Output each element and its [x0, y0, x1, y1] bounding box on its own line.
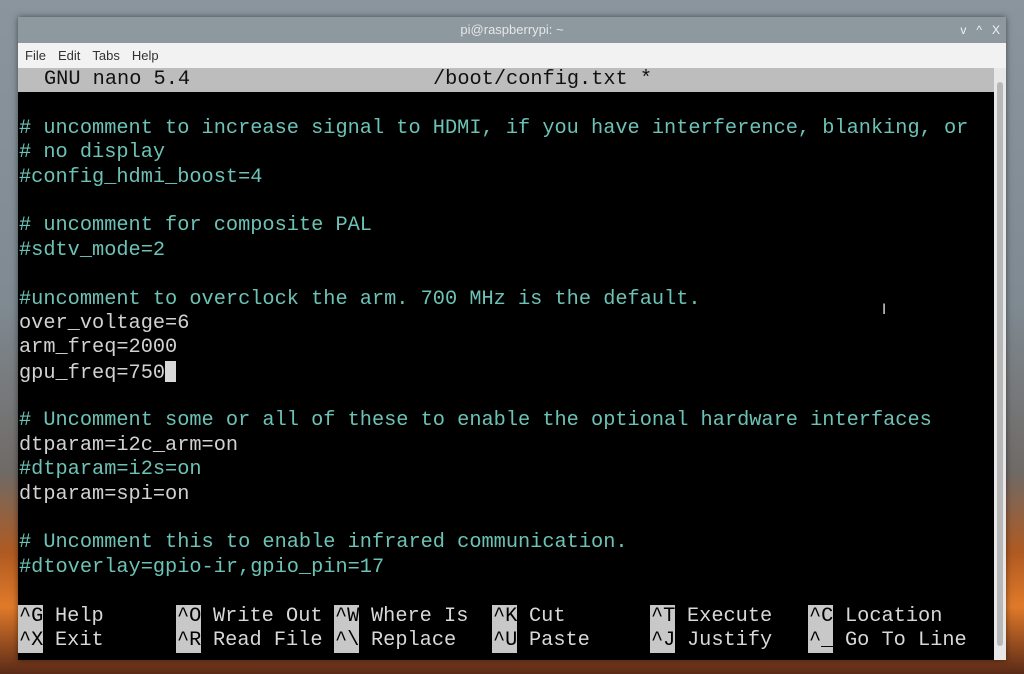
line-text: #dtoverlay=gpio-ir,gpio_pin=17 — [19, 555, 385, 579]
shortcut-key: ^K — [492, 604, 518, 629]
editor-line[interactable]: over_voltage=6 — [18, 312, 994, 336]
editor-content[interactable]: # uncomment to increase signal to HDMI, … — [18, 92, 994, 604]
editor-line[interactable]: # uncomment to increase signal to HDMI, … — [18, 117, 994, 141]
menu-bar: File Edit Tabs Help — [18, 43, 1006, 68]
shortcut-where-is[interactable]: ^W Where Is — [334, 604, 492, 629]
terminal-area[interactable]: GNU nano 5.4/boot/config.txt * # uncommen… — [18, 68, 994, 660]
editor-line[interactable] — [18, 190, 994, 214]
line-text: #sdtv_mode=2 — [19, 238, 166, 262]
line-text: dtparam=spi=on — [19, 482, 190, 506]
shortcut-key: ^U — [492, 628, 518, 654]
file-name: /boot/config.txt * — [433, 68, 653, 91]
shortcut-row: ^G Help ^O Write Out ^W Where Is ^K Cut ^T Execut… — [18, 604, 994, 629]
line-text: over_voltage=6 — [19, 311, 190, 335]
menu-help[interactable]: Help — [132, 48, 159, 63]
editor-line[interactable]: arm_freq=2000 — [18, 336, 994, 360]
scrollbar-thumb[interactable] — [997, 82, 1003, 646]
nano-header: GNU nano 5.4/boot/config.txt * — [18, 68, 994, 93]
shortcut-key: ^\ — [334, 628, 360, 654]
shortcut-read-file[interactable]: ^R Read File — [176, 628, 334, 654]
editor-line[interactable]: dtparam=i2c_arm=on — [18, 434, 994, 458]
editor-line[interactable] — [18, 507, 994, 531]
shortcut-exit[interactable]: ^X Exit — [18, 628, 176, 654]
editor-line[interactable]: #config_hdmi_boost=4 — [18, 166, 994, 190]
editor-line[interactable]: #uncomment to overclock the arm. 700 MHz… — [18, 288, 994, 312]
shortcut-location[interactable]: ^C Location — [808, 604, 966, 629]
line-text: arm_freq=2000 — [19, 336, 178, 360]
editor-line[interactable] — [18, 92, 994, 116]
nano-version: GNU nano 5.4 — [44, 68, 191, 91]
shortcut-key: ^C — [808, 604, 834, 629]
shortcut-justify[interactable]: ^J Justify — [650, 628, 808, 654]
line-text: #config_hdmi_boost=4 — [19, 165, 263, 189]
editor-line[interactable]: # Uncomment some or all of these to enab… — [18, 409, 994, 433]
shortcut-key: ^W — [334, 604, 360, 629]
shortcut-help[interactable]: ^G Help — [18, 604, 176, 629]
scrollbar[interactable] — [994, 68, 1006, 660]
menu-file[interactable]: File — [25, 48, 46, 63]
shortcut-label: Help — [55, 604, 104, 628]
window-title: pi@raspberrypi: ~ — [460, 22, 564, 37]
line-text: #uncomment to overclock the arm. 700 MHz… — [19, 287, 701, 311]
shortcut-bar: ^G Help ^O Write Out ^W Where Is ^K Cut ^T Execut… — [18, 604, 994, 654]
editor-line[interactable] — [18, 263, 994, 287]
line-text: # Uncomment some or all of these to enab… — [19, 409, 932, 433]
shortcut-label: Read File — [213, 628, 323, 652]
shortcut-go-to-line[interactable]: ^_ Go To Line — [808, 628, 967, 654]
shortcut-key: ^J — [650, 628, 676, 654]
shortcut-label: Location — [845, 604, 943, 628]
shortcut-label: Write Out — [213, 604, 323, 628]
minimize-icon[interactable]: v — [960, 17, 966, 43]
terminal-window: pi@raspberrypi: ~ v ^ X File Edit Tabs H… — [18, 17, 1006, 660]
shortcut-key: ^O — [176, 604, 202, 629]
shortcut-label: Execute — [687, 604, 773, 628]
title-bar: pi@raspberrypi: ~ v ^ X — [18, 17, 1006, 43]
shortcut-key: ^_ — [808, 628, 834, 654]
shortcut-paste[interactable]: ^U Paste — [492, 628, 650, 654]
shortcut-label: Cut — [529, 604, 566, 628]
shortcut-cut[interactable]: ^K Cut — [492, 604, 650, 629]
shortcut-key: ^T — [650, 604, 676, 629]
shortcut-label: Justify — [687, 628, 773, 652]
editor-line[interactable]: # Uncomment this to enable infrared comm… — [18, 531, 994, 555]
shortcut-key: ^X — [18, 628, 44, 654]
line-text: # uncomment for composite PAL — [19, 214, 372, 238]
editor-line[interactable]: #dtparam=i2s=on — [18, 458, 994, 482]
editor-line[interactable]: dtparam=spi=on — [18, 483, 994, 507]
editor-line[interactable]: gpu_freq=750 — [18, 360, 994, 385]
shortcut-row: ^X Exit ^R Read File ^\ Replace ^U Paste ^J Justi… — [18, 628, 994, 654]
menu-tabs[interactable]: Tabs — [92, 48, 119, 63]
editor-line[interactable] — [18, 580, 994, 604]
shortcut-key: ^G — [18, 604, 44, 629]
menu-edit[interactable]: Edit — [58, 48, 80, 63]
text-cursor-icon: I — [882, 302, 887, 318]
editor-line[interactable]: # no display — [18, 141, 994, 165]
line-text: # no display — [19, 141, 166, 165]
text-cursor — [165, 360, 177, 382]
editor-line[interactable]: # uncomment for composite PAL — [18, 214, 994, 238]
editor-line[interactable] — [18, 385, 994, 409]
line-text: #dtparam=i2s=on — [19, 458, 202, 482]
shortcut-label: Go To Line — [845, 628, 967, 652]
maximize-icon[interactable]: ^ — [976, 17, 982, 43]
line-text: # uncomment to increase signal to HDMI, … — [19, 116, 969, 140]
shortcut-label: Exit — [55, 628, 104, 652]
close-icon[interactable]: X — [992, 17, 1000, 43]
shortcut-execute[interactable]: ^T Execute — [650, 604, 808, 629]
editor-line[interactable]: #dtoverlay=gpio-ir,gpio_pin=17 — [18, 556, 994, 580]
shortcut-key: ^R — [176, 628, 202, 654]
shortcut-label: Paste — [529, 628, 590, 652]
shortcut-write-out[interactable]: ^O Write Out — [176, 604, 334, 629]
editor-line[interactable]: #sdtv_mode=2 — [18, 239, 994, 263]
line-text: gpu_freq=750 — [19, 361, 166, 385]
shortcut-label: Where Is — [371, 604, 469, 628]
line-text: # Uncomment this to enable infrared comm… — [19, 531, 628, 555]
line-text: dtparam=i2c_arm=on — [19, 433, 239, 457]
shortcut-label: Replace — [371, 628, 457, 652]
shortcut-replace[interactable]: ^\ Replace — [334, 628, 492, 654]
